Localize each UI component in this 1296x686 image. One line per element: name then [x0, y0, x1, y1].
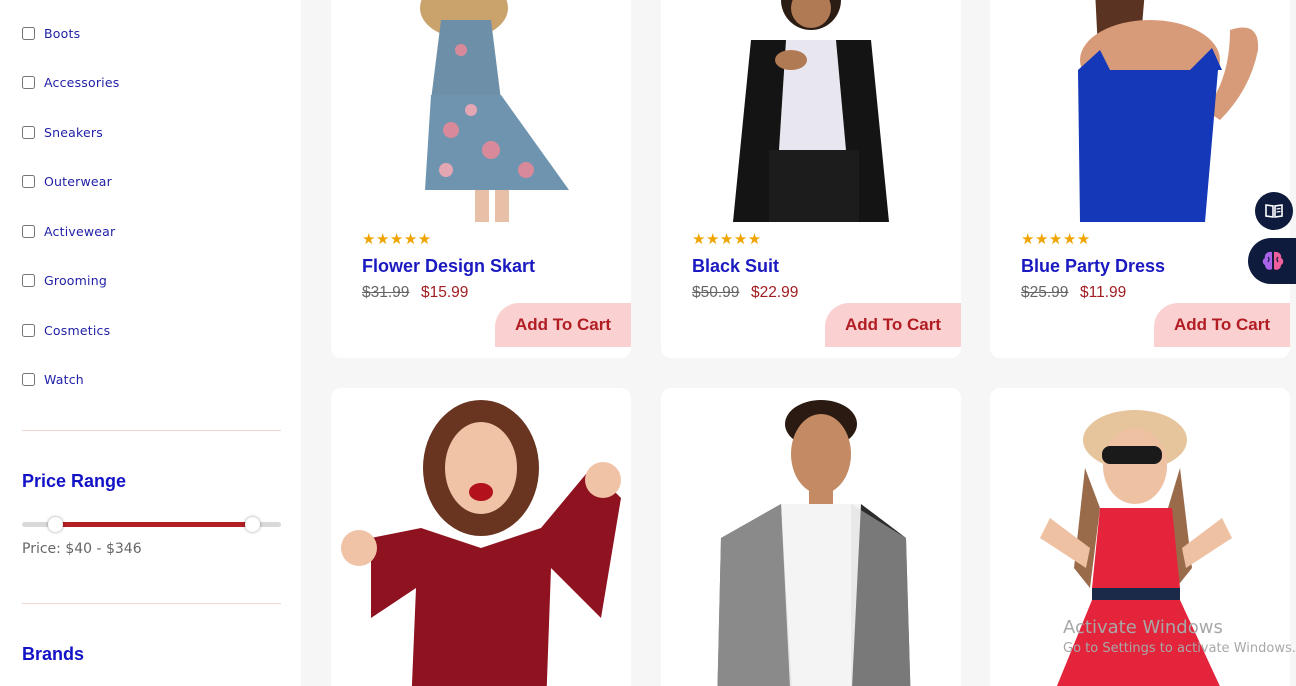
product-card[interactable] [661, 388, 961, 686]
category-checkbox[interactable] [22, 75, 35, 89]
product-image[interactable] [661, 0, 961, 222]
product-image[interactable] [331, 388, 631, 686]
sale-price: $15.99 [421, 284, 469, 301]
sale-price: $11.99 [1080, 284, 1127, 301]
product-name[interactable]: Flower Design Skart [362, 256, 535, 277]
product-card[interactable]: ★★★★★ Flower Design Skart $31.99 $15.99 … [331, 0, 631, 358]
category-activewear[interactable]: Activewear [22, 223, 115, 239]
category-label: Activewear [44, 223, 116, 239]
category-checkbox[interactable] [22, 224, 35, 238]
category-cosmetics[interactable]: Cosmetics [22, 322, 110, 338]
original-price: $25.99 [1021, 284, 1069, 301]
category-checkbox[interactable] [22, 26, 35, 40]
ai-assistant-button[interactable] [1248, 238, 1296, 284]
price-range-fill [55, 522, 253, 527]
price-range-label: Price: $40 - $346 [22, 541, 142, 557]
add-to-cart-button[interactable]: Add To Cart [495, 303, 631, 347]
category-checkbox[interactable] [22, 323, 35, 337]
reader-mode-button[interactable] [1255, 192, 1293, 230]
category-checkbox[interactable] [22, 125, 35, 139]
filter-sidebar: Boots Accessories Sneakers Outerwear Act… [0, 0, 301, 686]
add-to-cart-button[interactable]: Add To Cart [1154, 303, 1290, 347]
product-card[interactable] [990, 388, 1290, 686]
rating-stars: ★★★★★ [1021, 231, 1091, 248]
sale-price: $22.99 [751, 284, 799, 301]
price-max-handle[interactable] [245, 517, 260, 532]
add-to-cart-button[interactable]: Add To Cart [825, 303, 961, 347]
product-name[interactable]: Black Suit [692, 256, 779, 277]
category-checkbox[interactable] [22, 273, 35, 287]
category-label: Watch [44, 371, 84, 387]
section-divider [22, 603, 281, 604]
category-label: Boots [44, 25, 81, 41]
category-sneakers[interactable]: Sneakers [22, 124, 103, 140]
brain-icon [1262, 251, 1284, 270]
book-open-icon [1265, 204, 1283, 218]
brands-title: Brands [22, 644, 85, 664]
category-label: Cosmetics [44, 322, 111, 338]
category-boots[interactable]: Boots [22, 25, 80, 41]
product-image[interactable] [661, 388, 961, 686]
rating-stars: ★★★★★ [692, 231, 762, 248]
original-price: $31.99 [362, 284, 410, 301]
product-name[interactable]: Blue Party Dress [1021, 256, 1165, 277]
price-range-slider[interactable] [22, 517, 281, 532]
category-label: Outerwear [44, 173, 113, 189]
section-divider [22, 430, 281, 431]
product-card[interactable]: ★★★★★ Blue Party Dress $25.99 $11.99 Add… [990, 0, 1290, 358]
category-label: Grooming [44, 272, 107, 288]
product-image[interactable] [990, 388, 1290, 686]
rating-stars: ★★★★★ [362, 231, 432, 248]
category-label: Accessories [44, 74, 120, 90]
category-checkbox[interactable] [22, 372, 35, 386]
price-min-handle[interactable] [48, 517, 64, 532]
price-range-title: Price Range [22, 471, 127, 491]
category-outerwear[interactable]: Outerwear [22, 173, 112, 189]
category-watch[interactable]: Watch [22, 371, 84, 387]
product-image[interactable] [990, 0, 1290, 222]
product-image[interactable] [331, 0, 631, 222]
category-accessories[interactable]: Accessories [22, 74, 119, 90]
product-card[interactable]: ★★★★★ Black Suit $50.99 $22.99 Add To Ca… [661, 0, 961, 358]
category-checkbox[interactable] [22, 174, 35, 188]
original-price: $50.99 [692, 284, 740, 301]
category-label: Sneakers [44, 124, 103, 140]
product-card[interactable] [331, 388, 631, 686]
category-grooming[interactable]: Grooming [22, 272, 107, 288]
